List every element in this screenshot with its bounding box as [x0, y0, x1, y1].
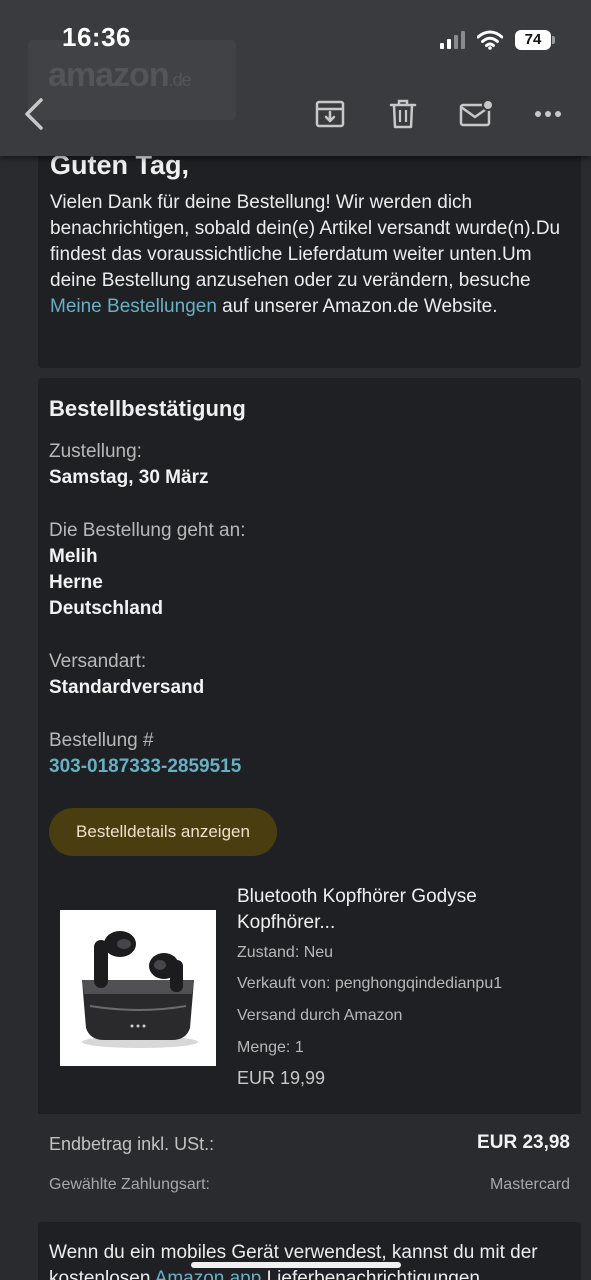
- order-number-label: Bestellung #: [49, 730, 154, 751]
- delete-button[interactable]: [381, 92, 425, 136]
- order-confirmation-card: Bestellbestätigung Zustellung: Samstag, …: [38, 378, 581, 1212]
- archive-icon: [315, 100, 345, 128]
- greeting-text-start: Vielen Dank für deine Bestellung! Wir we…: [50, 192, 561, 291]
- amazon-logo-tld: .de: [168, 70, 192, 90]
- mark-unread-button[interactable]: [454, 92, 498, 136]
- shipto-country: Deutschland: [49, 598, 164, 619]
- earbuds-image: [60, 910, 216, 1066]
- product-quantity: Menge: 1: [237, 1039, 304, 1056]
- more-dots-icon: [535, 111, 561, 117]
- delivery-date: Samstag, 30 März: [49, 467, 209, 488]
- greeting-text: Vielen Dank für deine Bestellung! Wir we…: [50, 190, 565, 320]
- order-details-button[interactable]: Bestelldetails anzeigen: [49, 808, 277, 856]
- status-icons: 74: [440, 26, 555, 54]
- greeting-text-end: auf unserer Amazon.de Website.: [216, 296, 498, 317]
- total-value: EUR 23,98: [477, 1132, 570, 1153]
- app-promo-text-end: Lieferbenachrichtigungen: [261, 1268, 480, 1280]
- product-title-link[interactable]: Bluetooth Kopfhörer Godyse Kopfhörer...: [237, 884, 557, 936]
- totals-section: Endbetrag inkl. USt.: EUR 23,98 Gewählte…: [38, 1114, 581, 1212]
- app-promo-card: Wenn du ein mobiles Gerät verwendest, ka…: [38, 1222, 581, 1280]
- greeting-card: Guten Tag, Vielen Dank für deine Bestell…: [38, 120, 581, 368]
- product-image[interactable]: [60, 910, 216, 1066]
- cellular-signal-icon: [440, 31, 465, 49]
- delivery-label: Zustellung:: [49, 441, 142, 462]
- payment-method-label: Gewählte Zahlungsart:: [49, 1176, 210, 1193]
- payment-method-value: Mastercard: [489, 1176, 570, 1193]
- email-body[interactable]: Guten Tag, Vielen Dank für deine Bestell…: [0, 0, 591, 1280]
- shipto-name: Melih: [49, 546, 98, 567]
- shipping-method-label: Versandart:: [49, 651, 147, 672]
- home-indicator[interactable]: [191, 1262, 401, 1268]
- product-condition: Zustand: Neu: [237, 944, 334, 961]
- shipto-label: Die Bestellung geht an:: [49, 520, 246, 541]
- shipping-method-value: Standardversand: [49, 677, 205, 698]
- amazon-app-link[interactable]: Amazon app: [155, 1268, 262, 1280]
- order-number-link[interactable]: 303-0187333-2859515: [49, 756, 241, 778]
- status-time: 16:36: [62, 22, 131, 52]
- total-label: Endbetrag inkl. USt.:: [49, 1134, 215, 1154]
- my-orders-link[interactable]: Meine Bestellungen: [50, 296, 217, 317]
- app-promo-text: Wenn du ein mobiles Gerät verwendest, ka…: [49, 1240, 569, 1280]
- archive-button[interactable]: [308, 92, 352, 136]
- email-screen: Guten Tag, Vielen Dank für deine Bestell…: [0, 0, 591, 1280]
- wifi-icon: [477, 30, 503, 50]
- battery-icon: 74: [515, 30, 555, 50]
- more-button[interactable]: [526, 92, 570, 136]
- product-price: EUR 19,99: [237, 1068, 326, 1088]
- trash-icon: [389, 99, 417, 129]
- product-seller: Verkauft von: penghongqindedianpu1: [237, 975, 503, 992]
- mail-toolbar: [0, 88, 591, 140]
- shipto-city: Herne: [49, 572, 103, 593]
- mail-unread-icon: [459, 99, 493, 127]
- back-button[interactable]: [14, 92, 54, 136]
- product-fulfillment: Versand durch Amazon: [237, 1007, 403, 1024]
- chevron-left-icon: [25, 98, 43, 130]
- mail-header: amazon.de 16:36 74: [0, 0, 591, 156]
- order-confirmation-title: Bestellbestätigung: [49, 396, 246, 421]
